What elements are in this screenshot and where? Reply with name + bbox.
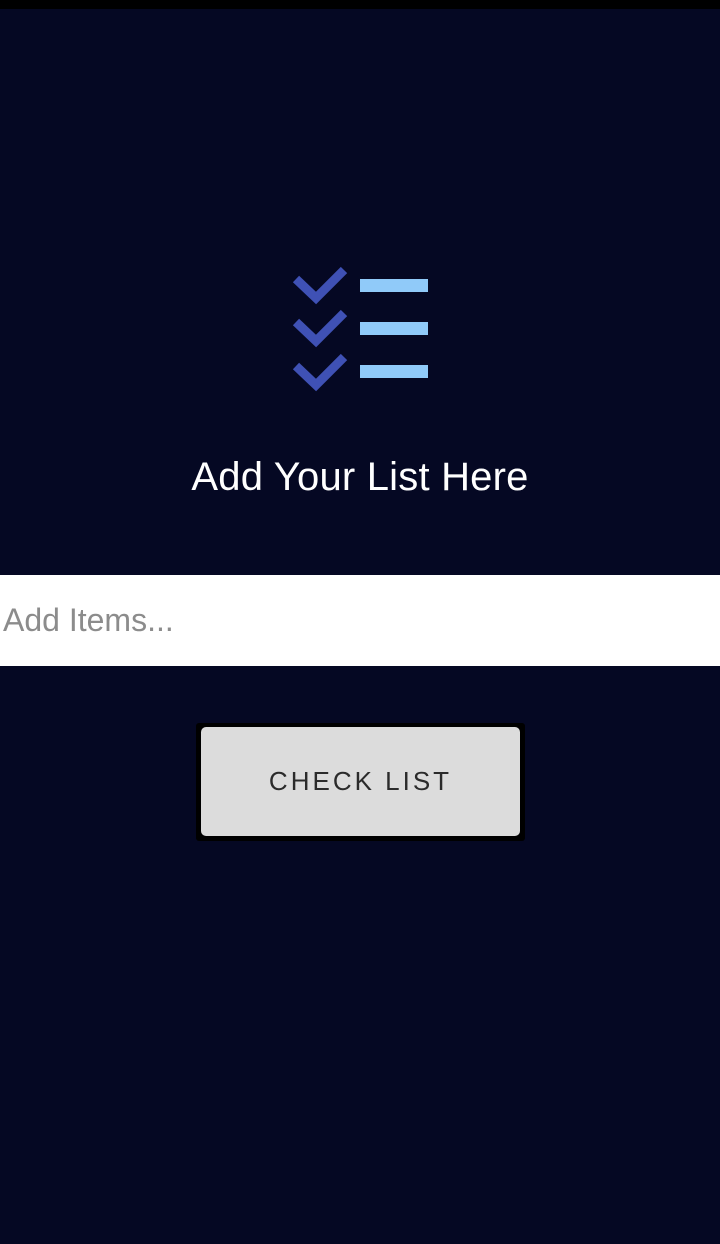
status-bar [0, 0, 720, 9]
page-title: Add Your List Here [191, 455, 529, 499]
checklist-icon [290, 262, 432, 396]
app-screen: Add Your List Here CHECK LIST [0, 0, 720, 1244]
add-items-field-container [0, 575, 720, 666]
add-items-input[interactable] [0, 575, 720, 666]
check-list-button[interactable]: CHECK LIST [201, 727, 520, 836]
